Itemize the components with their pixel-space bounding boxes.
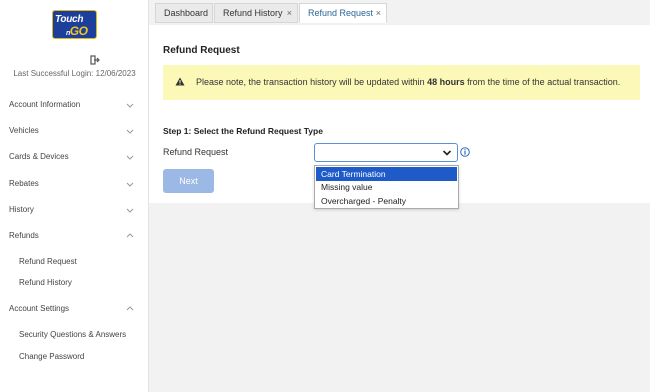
sidebar: Touch nGO Last Successful Login: 12/06/2… xyxy=(0,0,149,392)
sidebar-item-cards-devices[interactable]: Cards & Devices xyxy=(9,150,135,164)
sidebar-item-label: Vehicles xyxy=(9,126,39,135)
sidebar-item-label: Refunds xyxy=(9,231,39,240)
notice-alert: Please note, the transaction history wil… xyxy=(163,65,640,100)
info-icon[interactable] xyxy=(460,147,470,157)
last-login-text: Last Successful Login: 12/06/2023 xyxy=(13,69,136,78)
sidebar-item-history[interactable]: History xyxy=(9,203,135,217)
logout-icon[interactable] xyxy=(90,55,100,65)
option-overcharged-penalty[interactable]: Overcharged - Penalty xyxy=(316,194,457,208)
sidebar-item-account-information[interactable]: Account Information xyxy=(9,98,135,112)
sidebar-item-label: Account Settings xyxy=(9,304,70,313)
warning-icon xyxy=(175,77,185,86)
tab-label: Dashboard xyxy=(164,8,209,18)
chevron-down-icon xyxy=(126,103,134,108)
chevron-up-icon xyxy=(126,233,134,238)
chevron-down-icon xyxy=(126,182,134,187)
sidebar-item-change-password[interactable]: Change Password xyxy=(19,350,84,364)
sidebar-item-label: Cards & Devices xyxy=(9,152,69,161)
tab-label: Refund Request xyxy=(308,8,374,18)
tab-refund-history[interactable]: Refund History × xyxy=(214,3,298,23)
chevron-down-icon xyxy=(442,150,452,156)
next-button[interactable]: Next xyxy=(163,169,214,193)
sidebar-item-security-questions[interactable]: Security Questions & Answers xyxy=(19,328,126,342)
sidebar-item-refund-history[interactable]: Refund History xyxy=(19,276,72,290)
chevron-down-icon xyxy=(126,155,134,160)
chevron-down-icon xyxy=(126,208,134,213)
step-title: Step 1: Select the Refund Request Type xyxy=(163,126,323,136)
notice-text: Please note, the transaction history wil… xyxy=(196,77,621,87)
page-title: Refund Request xyxy=(163,45,240,56)
chevron-down-icon xyxy=(126,129,134,134)
sidebar-item-label: Rebates xyxy=(9,179,39,188)
sidebar-item-account-settings[interactable]: Account Settings xyxy=(9,302,135,316)
refund-type-select[interactable] xyxy=(314,143,458,162)
tab-bar: Dashboard Refund History × Refund Reques… xyxy=(149,0,650,25)
tab-dashboard[interactable]: Dashboard xyxy=(155,3,213,23)
tab-refund-request[interactable]: Refund Request × xyxy=(299,3,387,23)
close-icon[interactable]: × xyxy=(376,4,381,22)
sidebar-item-vehicles[interactable]: Vehicles xyxy=(9,124,135,138)
sidebar-item-label: History xyxy=(9,205,34,214)
touch-n-go-logo[interactable]: Touch nGO xyxy=(52,10,97,39)
sidebar-item-refunds[interactable]: Refunds xyxy=(9,229,135,243)
option-missing-value[interactable]: Missing value xyxy=(316,180,457,194)
tab-label: Refund History xyxy=(223,8,283,18)
sidebar-item-refund-request[interactable]: Refund Request xyxy=(19,255,77,269)
sidebar-item-label: Account Information xyxy=(9,100,81,109)
refund-type-dropdown: Card Termination Missing value Overcharg… xyxy=(314,165,459,209)
sidebar-item-rebates[interactable]: Rebates xyxy=(9,177,135,191)
chevron-up-icon xyxy=(126,306,134,311)
logo-text-go: nGO xyxy=(66,24,88,38)
refund-request-label: Refund Request xyxy=(163,147,229,157)
option-card-termination[interactable]: Card Termination xyxy=(316,167,457,181)
close-icon[interactable]: × xyxy=(287,4,292,22)
